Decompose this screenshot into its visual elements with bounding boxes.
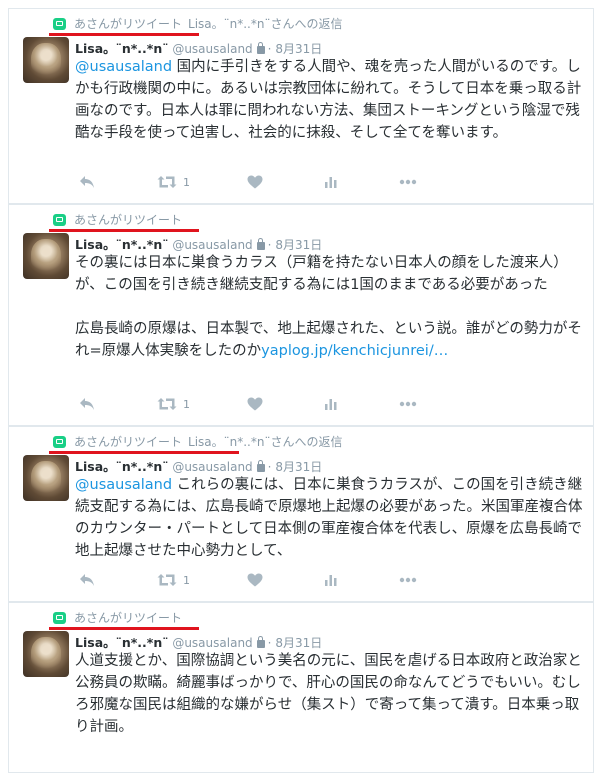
tweet-context: あさんがリツイート Lisa。¨n*..*n¨さんへの返信 bbox=[53, 433, 342, 450]
reply-button[interactable] bbox=[79, 571, 95, 589]
timestamp[interactable]: 8月31日 bbox=[275, 238, 322, 252]
like-icon bbox=[247, 397, 263, 411]
more-button[interactable] bbox=[399, 571, 417, 589]
retweet-count: 1 bbox=[183, 175, 190, 189]
annotation-underline bbox=[49, 33, 199, 36]
lock-icon bbox=[256, 460, 265, 472]
more-button[interactable] bbox=[399, 173, 417, 191]
tweet-context: あさんがリツイート Lisa。¨n*..*n¨さんへの返信 bbox=[53, 15, 342, 32]
lock-icon bbox=[256, 42, 265, 54]
reply-icon bbox=[79, 175, 95, 189]
retweet-icon bbox=[157, 175, 177, 189]
retweet-badge-icon bbox=[53, 18, 66, 30]
more-icon bbox=[399, 179, 417, 185]
tweet-text: その裏には日本に巣食うカラス（戸籍を持たない日本人の顔をした渡来人）が、この国を… bbox=[75, 252, 589, 362]
retweeted-by-link[interactable]: あさんがリツイート bbox=[74, 611, 182, 625]
tweet-text: @usausaland これらの裏には、日本に巣食うカラスが、この国を引き続き継… bbox=[75, 474, 589, 562]
annotation-underline bbox=[49, 627, 199, 630]
retweeted-by-link[interactable]: あさんがリツイート bbox=[74, 435, 182, 449]
tweet-header: Lisa。¨n*..*n¨ @usausaland · 8月31日 bbox=[75, 635, 323, 650]
tweet[interactable]: あさんがリツイート Lisa。¨n*..*n¨ @usausaland · 8月3… bbox=[8, 204, 594, 426]
lock-icon bbox=[256, 238, 265, 250]
like-icon bbox=[247, 175, 263, 189]
avatar[interactable] bbox=[23, 233, 69, 279]
tweet-context: あさんがリツイート bbox=[53, 609, 182, 626]
handle[interactable]: @usausaland bbox=[172, 238, 252, 252]
analytics-icon bbox=[324, 573, 338, 587]
tweet-actions: 1 bbox=[79, 173, 459, 191]
display-name[interactable]: Lisa。¨n*..*n¨ bbox=[75, 635, 169, 650]
retweet-icon bbox=[157, 573, 177, 587]
retweeted-by-link[interactable]: あさんがリツイート bbox=[74, 213, 182, 227]
handle[interactable]: @usausaland bbox=[172, 460, 252, 474]
avatar[interactable] bbox=[23, 631, 69, 677]
tweet-header: Lisa。¨n*..*n¨ @usausaland · 8月31日 bbox=[75, 459, 323, 474]
display-name[interactable]: Lisa。¨n*..*n¨ bbox=[75, 237, 169, 252]
reply-icon bbox=[79, 573, 95, 587]
retweet-badge-icon bbox=[53, 612, 66, 624]
tweet[interactable]: あさんがリツイート Lisa。¨n*..*n¨ @usausaland · 8月3… bbox=[8, 602, 594, 773]
analytics-button[interactable] bbox=[324, 173, 338, 191]
handle[interactable]: @usausaland bbox=[172, 636, 252, 650]
reply-button[interactable] bbox=[79, 395, 95, 413]
tweet-body: 人道支援とか、国際協調という美名の元に、国民を虐げる日本政府と政治家と公務員の欺… bbox=[75, 653, 582, 735]
annotation-underline bbox=[49, 229, 199, 232]
like-icon bbox=[247, 573, 263, 587]
tweet[interactable]: あさんがリツイート Lisa。¨n*..*n¨さんへの返信 Lisa。¨n*..*… bbox=[8, 426, 594, 602]
lock-icon bbox=[256, 636, 265, 648]
more-button[interactable] bbox=[399, 395, 417, 413]
reply-button[interactable] bbox=[79, 173, 95, 191]
analytics-button[interactable] bbox=[324, 571, 338, 589]
retweet-badge-icon bbox=[53, 436, 66, 448]
retweet-button[interactable]: 1 bbox=[157, 395, 190, 413]
retweet-button[interactable]: 1 bbox=[157, 571, 190, 589]
reply-to-link[interactable]: Lisa。¨n*..*n¨さんへの返信 bbox=[188, 435, 342, 449]
reply-to-link[interactable]: Lisa。¨n*..*n¨さんへの返信 bbox=[188, 17, 342, 31]
more-icon bbox=[399, 577, 417, 583]
timestamp[interactable]: 8月31日 bbox=[275, 460, 322, 474]
timestamp[interactable]: 8月31日 bbox=[275, 42, 322, 56]
reply-icon bbox=[79, 397, 95, 411]
tweet-text: 人道支援とか、国際協調という美名の元に、国民を虐げる日本政府と政治家と公務員の欺… bbox=[75, 650, 589, 738]
tweet[interactable]: あさんがリツイート Lisa。¨n*..*n¨さんへの返信 Lisa。¨n*..*… bbox=[8, 8, 594, 204]
tweet-header: Lisa。¨n*..*n¨ @usausaland · 8月31日 bbox=[75, 41, 323, 56]
mention-link[interactable]: @usausaland bbox=[75, 477, 172, 493]
timestamp[interactable]: 8月31日 bbox=[275, 636, 322, 650]
like-button[interactable] bbox=[247, 395, 263, 413]
url-link[interactable]: yaplog.jp/kenchicjunrei/… bbox=[261, 343, 448, 359]
like-button[interactable] bbox=[247, 173, 263, 191]
retweet-icon bbox=[157, 397, 177, 411]
retweet-badge-icon bbox=[53, 214, 66, 226]
handle[interactable]: @usausaland bbox=[172, 42, 252, 56]
analytics-icon bbox=[324, 175, 338, 189]
analytics-button[interactable] bbox=[324, 395, 338, 413]
like-button[interactable] bbox=[247, 571, 263, 589]
more-icon bbox=[399, 401, 417, 407]
tweet-context: あさんがリツイート bbox=[53, 211, 182, 228]
retweet-count: 1 bbox=[183, 573, 190, 587]
timeline: あさんがリツイート Lisa。¨n*..*n¨さんへの返信 Lisa。¨n*..*… bbox=[0, 0, 595, 773]
avatar[interactable] bbox=[23, 37, 69, 83]
tweet-header: Lisa。¨n*..*n¨ @usausaland · 8月31日 bbox=[75, 237, 323, 252]
retweeted-by-link[interactable]: あさんがリツイート bbox=[74, 17, 182, 31]
tweet-actions: 1 bbox=[79, 571, 459, 589]
tweet-actions: 1 bbox=[79, 395, 459, 413]
retweet-count: 1 bbox=[183, 397, 190, 411]
analytics-icon bbox=[324, 397, 338, 411]
display-name[interactable]: Lisa。¨n*..*n¨ bbox=[75, 459, 169, 474]
display-name[interactable]: Lisa。¨n*..*n¨ bbox=[75, 41, 169, 56]
mention-link[interactable]: @usausaland bbox=[75, 59, 172, 75]
tweet-text: @usausaland 国内に手引きをする人間や、魂を売った人間がいるのです。し… bbox=[75, 56, 589, 144]
avatar[interactable] bbox=[23, 455, 69, 501]
annotation-underline bbox=[49, 451, 239, 454]
tweet-body: その裏には日本に巣食うカラス（戸籍を持たない日本人の顔をした渡来人）が、この国を… bbox=[75, 255, 568, 293]
retweet-button[interactable]: 1 bbox=[157, 173, 190, 191]
